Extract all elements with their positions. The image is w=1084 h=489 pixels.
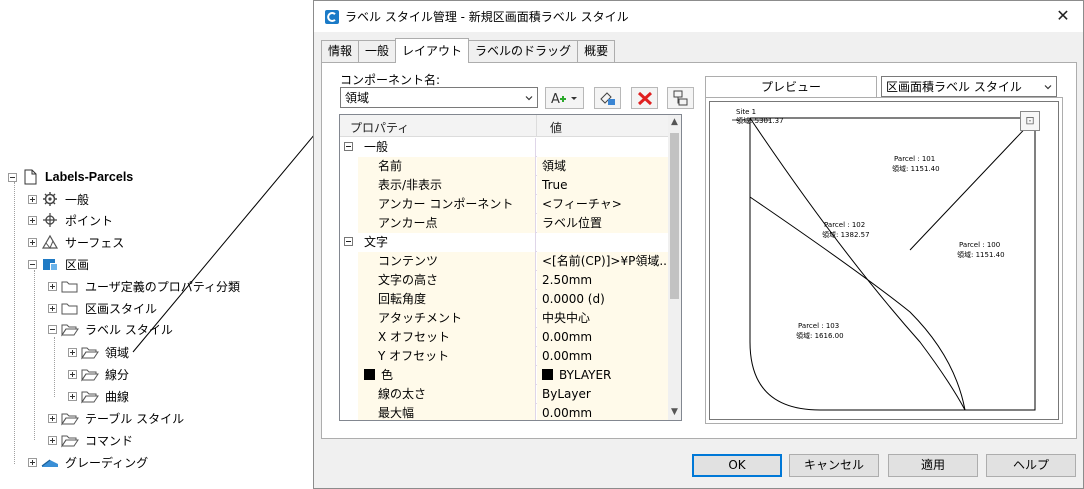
title-bar: ラベル スタイル管理 - 新規区画面積ラベル スタイル ✕ [314,1,1083,32]
scroll-up-icon[interactable]: ▲ [670,118,679,127]
parcel-100-name: Parcel : 100 [959,241,1001,249]
copy-component-icon [600,92,615,105]
value-column-header: 値 [550,121,563,135]
parcel-103-name: Parcel : 103 [798,322,840,330]
preview-tab[interactable]: プレビュー [705,76,877,98]
parcel-100-area: 領域: 1151.40 [957,251,1005,259]
component-name-label: コンポーネント名: [340,73,441,87]
tab-info[interactable]: 情報 [321,40,360,63]
component-name-select[interactable]: 領域 [340,87,538,108]
parcel-102-name: Parcel : 102 [824,221,866,229]
preview-style-value: 区画面積ラベル スタイル [886,80,1022,94]
grid-row[interactable]: 線の太さ ByLayer [340,385,669,404]
component-name-value: 領域 [345,91,370,105]
add-component-button[interactable]: A [545,87,584,109]
color-swatch [542,369,553,380]
delete-icon [637,91,653,106]
grid-row-color[interactable]: 色 BYLAYER [340,366,669,385]
grid-row[interactable]: 最大幅 0.00mm [340,404,669,420]
grid-category-row[interactable]: 一般 [340,138,669,157]
parcel-101-name: Parcel : 101 [894,155,936,163]
chevron-down-icon [1044,85,1052,90]
grid-row[interactable]: 表示/非表示 True [340,176,669,195]
grid-row[interactable]: 文字の高さ 2.50mm [340,271,669,290]
collapse-icon[interactable] [344,142,353,151]
leader-line [132,109,336,353]
color-swatch [364,369,375,380]
tab-strip: 情報 一般 レイアウト ラベルのドラッグ 概要 [321,38,616,63]
scrollbar-thumb[interactable] [670,133,679,299]
draw-order-button[interactable] [667,87,694,109]
parcel-101-area: 領域: 1151.40 [892,165,940,173]
grid-category-row[interactable]: 文字 [340,233,669,252]
apply-button[interactable]: 適用 [888,454,978,477]
collapse-icon[interactable] [344,237,353,246]
parcel-102-area: 領域: 1382.57 [822,231,870,239]
grid-scrollbar[interactable]: ▲ ▼ [668,115,681,420]
property-grid[interactable]: プロパティ 値 一般 名前 領域 表示/非表示 True アンカー コンポーネント <… [339,114,682,421]
grid-row[interactable]: Y オフセット 0.00mm [340,347,669,366]
grid-row[interactable]: アタッチメント 中央中心 [340,309,669,328]
dialog-title: ラベル スタイル管理 - 新規区画面積ラベル スタイル [345,10,629,24]
draw-order-icon [673,90,688,106]
grid-row[interactable]: 回転角度 0.0000 (d) [340,290,669,309]
ok-button[interactable]: OK [692,454,782,477]
grid-header: プロパティ 値 [340,115,669,137]
preview-canvas: ⊡ Site 1 領域: 5301.37 Parcel : 101 領域: 11… [709,101,1059,420]
tab-summary[interactable]: 概要 [577,40,616,63]
grid-row[interactable]: アンカー点 ラベル位置 [340,214,669,233]
chevron-down-icon [525,96,533,101]
cancel-button[interactable]: キャンセル [789,454,879,477]
tab-layout[interactable]: レイアウト [395,38,470,63]
parcel-103-area: 領域: 1616.00 [796,332,844,340]
label-style-dialog: ラベル スタイル管理 - 新規区画面積ラベル スタイル ✕ 情報 一般 レイアウ… [313,0,1084,489]
grid-row[interactable]: コンテンツ <[名前(CP)]>¥P領域... [340,252,669,271]
parcel-drawing [732,117,1037,411]
copy-component-button[interactable] [594,87,621,109]
zoom-extents-icon[interactable]: ⊡ [1020,111,1040,131]
svg-text:A: A [551,92,560,107]
close-icon[interactable]: ✕ [1053,6,1073,26]
site-label: Site 1 [736,108,757,116]
site-area-label: 領域: 5301.37 [736,117,784,125]
style-tree: Labels-Parcels 一般 ポイント サーフェス 区画 ユーザ定義のプロ… [0,0,336,489]
grid-row[interactable]: アンカー コンポーネント <フィーチャ> [340,195,669,214]
help-button[interactable]: ヘルプ [986,454,1076,477]
preview-box: ⊡ Site 1 領域: 5301.37 Parcel : 101 領域: 11… [705,97,1063,424]
property-column-header: プロパティ [350,121,410,135]
grid-row[interactable]: 名前 領域 [340,157,669,176]
scroll-down-icon[interactable]: ▼ [670,408,679,417]
grid-row[interactable]: X オフセット 0.00mm [340,328,669,347]
preview-style-select[interactable]: 区画面積ラベル スタイル [881,76,1057,97]
civil3d-app-icon [325,9,339,24]
add-text-icon: A [551,92,577,107]
tab-general[interactable]: 一般 [358,40,397,63]
tab-label-drag[interactable]: ラベルのドラッグ [468,40,579,63]
delete-component-button[interactable] [631,87,658,109]
